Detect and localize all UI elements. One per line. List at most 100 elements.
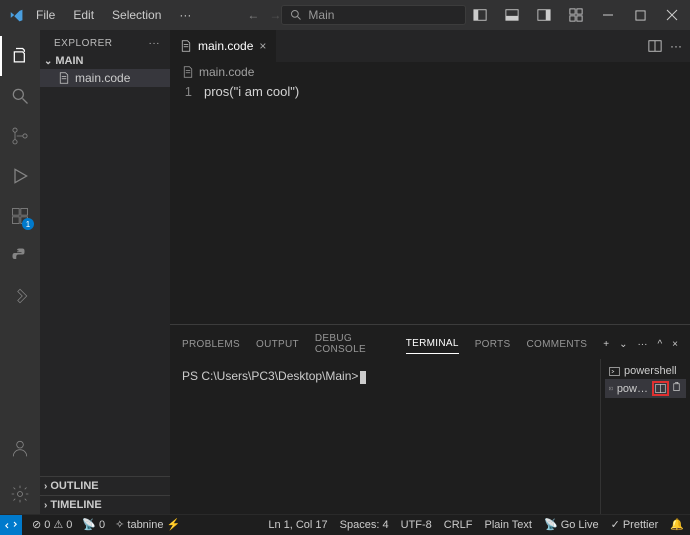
- terminal-icon: [609, 383, 613, 394]
- code-editor[interactable]: 1 pros("i am cool"): [170, 82, 690, 324]
- timeline-section[interactable]: › TIMELINE: [40, 495, 170, 514]
- status-golive[interactable]: 📡Go Live: [544, 518, 599, 531]
- status-bar: ⊘0 ⚠0 📡0 ✧tabnine⚡ Ln 1, Col 17 Spaces: …: [0, 514, 690, 534]
- status-ports[interactable]: 📡0: [82, 518, 105, 531]
- activity-settings-icon[interactable]: [0, 474, 40, 514]
- nav-forward-icon[interactable]: →: [269, 8, 281, 22]
- editor-actions: ···: [640, 30, 690, 62]
- sidebar-more-icon[interactable]: ···: [149, 38, 161, 49]
- remote-indicator[interactable]: [0, 515, 22, 535]
- panel-tab-terminal[interactable]: TERMINAL: [406, 334, 459, 354]
- panel-more-icon[interactable]: ···: [637, 339, 647, 350]
- folder-header[interactable]: ⌄ MAIN: [40, 53, 170, 69]
- outline-label: OUTLINE: [50, 480, 98, 492]
- chevron-down-icon: ⌄: [44, 56, 52, 67]
- folder-name: MAIN: [55, 55, 83, 67]
- activity-account-icon[interactable]: [0, 428, 40, 468]
- warning-icon: ⚠: [53, 518, 63, 531]
- status-eol[interactable]: CRLF: [444, 519, 473, 531]
- toggle-panel-icon[interactable]: [498, 1, 526, 29]
- activity-search-icon[interactable]: [0, 76, 40, 116]
- terminal-list: powershell pow…: [600, 359, 690, 514]
- file-icon: [180, 40, 192, 52]
- nav-back-icon[interactable]: ←: [247, 8, 259, 22]
- new-terminal-icon[interactable]: +: [603, 339, 609, 350]
- menu-bar: File Edit Selection ···: [28, 4, 199, 26]
- check-icon: ✓: [611, 518, 620, 531]
- search-icon: [290, 9, 302, 21]
- status-spaces[interactable]: Spaces: 4: [340, 519, 389, 531]
- panel-tab-ports[interactable]: PORTS: [475, 335, 511, 354]
- status-notifications-icon[interactable]: 🔔: [670, 518, 684, 531]
- status-problems[interactable]: ⊘0 ⚠0: [32, 518, 72, 531]
- menu-more[interactable]: ···: [171, 4, 199, 26]
- panel-tab-comments[interactable]: COMMENTS: [526, 335, 587, 354]
- terminal-icon: [609, 366, 620, 377]
- terminal-item[interactable]: powershell: [605, 363, 686, 379]
- breadcrumb-file: main.code: [199, 65, 254, 79]
- command-center-text: Main: [308, 8, 334, 22]
- activity-remote-icon[interactable]: [0, 276, 40, 316]
- terminal-dropdown-icon[interactable]: ⌄: [619, 339, 627, 350]
- split-terminal-icon[interactable]: [652, 381, 669, 396]
- nav-arrows: ← →: [247, 8, 281, 22]
- terminal-item[interactable]: pow…: [605, 379, 686, 398]
- toggle-sidebar-icon[interactable]: [466, 1, 494, 29]
- command-center[interactable]: Main: [281, 5, 466, 25]
- outline-section[interactable]: › OUTLINE: [40, 476, 170, 495]
- activity-explorer-icon[interactable]: [0, 36, 40, 76]
- layout-controls: [466, 1, 686, 29]
- status-prettier[interactable]: ✓Prettier: [611, 518, 659, 531]
- menu-edit[interactable]: Edit: [65, 4, 102, 26]
- error-icon: ⊘: [32, 518, 41, 531]
- panel-tabs: PROBLEMS OUTPUT DEBUG CONSOLE TERMINAL P…: [170, 325, 690, 359]
- chevron-right-icon: ›: [44, 500, 47, 511]
- customize-layout-icon[interactable]: [562, 1, 590, 29]
- editor-tab[interactable]: main.code ×: [170, 30, 277, 62]
- timeline-label: TIMELINE: [50, 499, 101, 511]
- radio-icon: 📡: [82, 518, 96, 531]
- kill-terminal-icon[interactable]: [671, 381, 682, 396]
- terminal-cursor: [360, 371, 366, 384]
- terminal[interactable]: PS C:\Users\PC3\Desktop\Main>: [170, 359, 600, 514]
- file-item[interactable]: main.code: [40, 69, 170, 87]
- panel-maximize-icon[interactable]: ^: [657, 339, 662, 350]
- status-language[interactable]: Plain Text: [484, 519, 532, 531]
- panel-tab-debug[interactable]: DEBUG CONSOLE: [315, 329, 390, 359]
- close-icon[interactable]: [658, 1, 686, 29]
- activity-python-icon[interactable]: [0, 236, 40, 276]
- activity-source-control-icon[interactable]: [0, 116, 40, 156]
- editor-tabs: main.code × ···: [170, 30, 690, 62]
- file-name: main.code: [75, 71, 130, 85]
- broadcast-icon: 📡: [544, 518, 558, 531]
- panel-tab-output[interactable]: OUTPUT: [256, 335, 299, 354]
- menu-file[interactable]: File: [28, 4, 63, 26]
- status-encoding[interactable]: UTF-8: [401, 519, 432, 531]
- breadcrumb[interactable]: main.code: [170, 62, 690, 82]
- toggle-secondary-icon[interactable]: [530, 1, 558, 29]
- editor-more-icon[interactable]: ···: [670, 39, 682, 53]
- sidebar-header: EXPLORER ···: [40, 30, 170, 53]
- sidebar: EXPLORER ··· ⌄ MAIN main.code › OUTLINE …: [40, 30, 170, 514]
- sidebar-title: EXPLORER: [54, 38, 112, 49]
- editor-area: main.code × ··· main.code 1 pros("i am c…: [170, 30, 690, 514]
- activity-bar: 1: [0, 30, 40, 514]
- activity-extensions-icon[interactable]: 1: [0, 196, 40, 236]
- minimize-icon[interactable]: [594, 1, 622, 29]
- code-line: pros("i am cool"): [204, 84, 299, 324]
- menu-selection[interactable]: Selection: [104, 4, 169, 26]
- title-bar: File Edit Selection ··· ← → Main: [0, 0, 690, 30]
- activity-run-debug-icon[interactable]: [0, 156, 40, 196]
- panel-close-icon[interactable]: ×: [672, 339, 678, 350]
- tabnine-icon: ✧: [115, 518, 124, 531]
- status-lncol[interactable]: Ln 1, Col 17: [268, 519, 327, 531]
- tab-close-icon[interactable]: ×: [259, 39, 266, 53]
- terminal-prompt: PS C:\Users\PC3\Desktop\Main>: [182, 369, 358, 383]
- line-number: 1: [170, 84, 204, 324]
- status-tabnine[interactable]: ✧tabnine⚡: [115, 518, 180, 531]
- split-editor-icon[interactable]: [648, 39, 662, 53]
- file-icon: [182, 66, 194, 78]
- maximize-icon[interactable]: [626, 1, 654, 29]
- panel-tab-problems[interactable]: PROBLEMS: [182, 335, 240, 354]
- terminal-name: pow…: [617, 383, 648, 395]
